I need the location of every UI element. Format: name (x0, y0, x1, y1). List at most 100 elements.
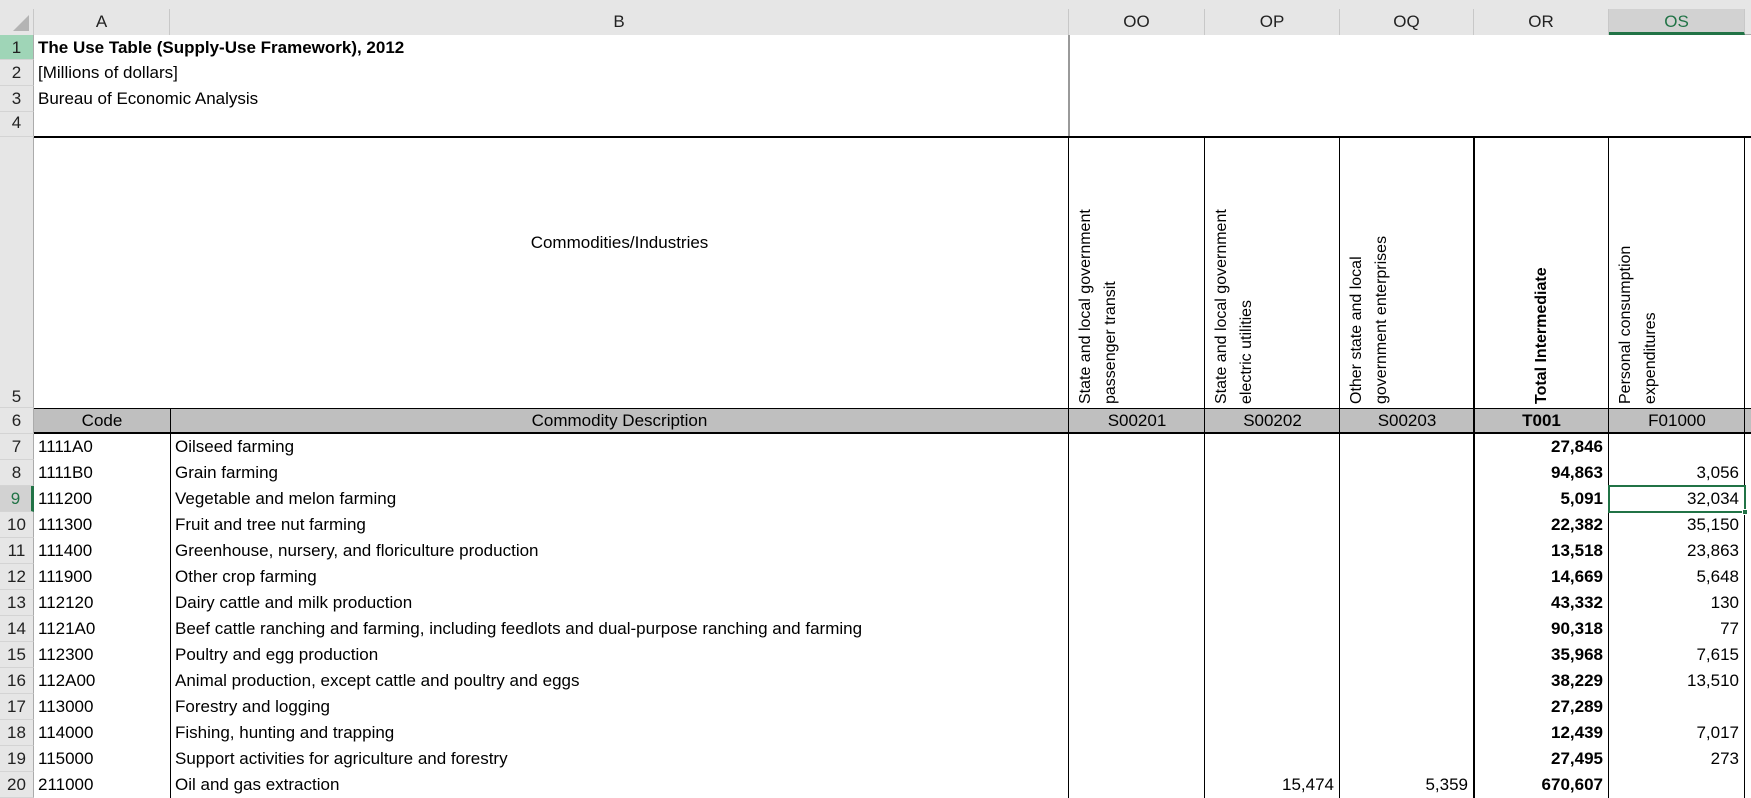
description-cell[interactable]: Vegetable and melon farming (171, 486, 400, 512)
row-header-8[interactable]: 8 (0, 460, 34, 486)
column-header-OR[interactable]: OR (1474, 9, 1609, 35)
value-cell-S00201[interactable] (1069, 746, 1204, 772)
value-cell-F01000[interactable] (1609, 772, 1744, 798)
description-cell[interactable]: Oilseed farming (171, 434, 298, 460)
code-cell[interactable]: 111300 (34, 512, 96, 538)
value-cell-F01000[interactable]: 3,056 (1609, 460, 1744, 486)
industry-code-S00201[interactable]: S00201 (1069, 408, 1205, 434)
value-cell-S00202[interactable]: 15,474 (1205, 772, 1339, 798)
value-cell-S00201[interactable] (1069, 616, 1204, 642)
value-cell-F01000[interactable]: 35,150 (1609, 512, 1744, 538)
row-header-4[interactable]: 4 (0, 112, 34, 137)
value-cell-F01000[interactable]: 7,615 (1609, 642, 1744, 668)
code-header[interactable]: Code (34, 408, 170, 434)
code-cell[interactable]: 111900 (34, 564, 96, 590)
value-cell-T001[interactable]: 14,669 (1474, 564, 1608, 590)
row-header-18[interactable]: 18 (0, 720, 34, 746)
value-cell-S00203[interactable] (1340, 616, 1473, 642)
value-cell-S00201[interactable] (1069, 668, 1204, 694)
value-cell-T001[interactable]: 27,495 (1474, 746, 1608, 772)
code-cell[interactable]: 112120 (34, 590, 97, 616)
value-cell-S00202[interactable] (1205, 642, 1339, 668)
value-cell-F01000[interactable]: 273 (1609, 746, 1744, 772)
description-cell[interactable]: Greenhouse, nursery, and floriculture pr… (171, 538, 543, 564)
code-cell[interactable]: 114000 (34, 720, 97, 746)
description-cell[interactable]: Forestry and logging (171, 694, 334, 720)
value-cell-S00202[interactable] (1205, 434, 1339, 460)
code-cell[interactable]: 1111A0 (34, 434, 97, 460)
value-cell-S00201[interactable] (1069, 486, 1204, 512)
value-cell-S00201[interactable] (1069, 538, 1204, 564)
value-cell-F01000[interactable]: 13,510 (1609, 668, 1744, 694)
description-cell[interactable]: Animal production, except cattle and pou… (171, 668, 583, 694)
code-cell[interactable]: 111200 (34, 486, 96, 512)
description-cell[interactable]: Poultry and egg production (171, 642, 382, 668)
value-cell-S00203[interactable] (1340, 694, 1473, 720)
title-line-1[interactable]: The Use Table (Supply-Use Framework), 20… (34, 35, 408, 60)
code-cell[interactable]: 111400 (34, 538, 96, 564)
value-cell-S00202[interactable] (1205, 590, 1339, 616)
value-cell-S00202[interactable] (1205, 668, 1339, 694)
row-header-9[interactable]: 9 (0, 486, 34, 512)
value-cell-S00201[interactable] (1069, 512, 1204, 538)
row-header-17[interactable]: 17 (0, 694, 34, 720)
industry-code-S00203[interactable]: S00203 (1340, 408, 1474, 434)
value-cell-S00203[interactable] (1340, 486, 1473, 512)
value-cell-S00202[interactable] (1205, 486, 1339, 512)
column-header-OS[interactable]: OS (1609, 9, 1745, 35)
value-cell-S00201[interactable] (1069, 772, 1204, 798)
code-cell[interactable]: 211000 (34, 772, 97, 798)
industry-header-F01000[interactable]: Personal consumption expenditures (1609, 138, 1745, 408)
row-header-19[interactable]: 19 (0, 746, 34, 772)
value-cell-S00203[interactable] (1340, 538, 1473, 564)
value-cell-S00203[interactable] (1340, 512, 1473, 538)
title-line-2[interactable]: [Millions of dollars] (34, 60, 182, 86)
industry-header-S00202[interactable]: State and local government electric utili… (1205, 138, 1340, 408)
value-cell-S00203[interactable] (1340, 668, 1473, 694)
industry-header-S00201[interactable]: State and local government passenger tran… (1069, 138, 1205, 408)
code-cell[interactable]: 1121A0 (34, 616, 99, 642)
code-cell[interactable]: 1111B0 (34, 460, 97, 486)
description-cell[interactable]: Support activities for agriculture and f… (171, 746, 512, 772)
code-cell[interactable]: 113000 (34, 694, 97, 720)
value-cell-T001[interactable]: 27,289 (1474, 694, 1608, 720)
value-cell-S00202[interactable] (1205, 694, 1339, 720)
value-cell-S00203[interactable] (1340, 642, 1473, 668)
code-cell[interactable]: 112A00 (34, 668, 99, 694)
industry-code-F01000[interactable]: F01000 (1609, 408, 1745, 434)
row-header-11[interactable]: 11 (0, 538, 34, 564)
row-header-14[interactable]: 14 (0, 616, 34, 642)
code-cell[interactable]: 112300 (34, 642, 97, 668)
row-header-1[interactable]: 1 (0, 35, 34, 60)
value-cell-S00202[interactable] (1205, 720, 1339, 746)
description-cell[interactable]: Oil and gas extraction (171, 772, 343, 798)
value-cell-S00201[interactable] (1069, 564, 1204, 590)
row-header-5[interactable]: 5 (0, 137, 34, 408)
value-cell-S00203[interactable] (1340, 746, 1473, 772)
row-header-20[interactable]: 20 (0, 772, 34, 798)
row-header-7[interactable]: 7 (0, 434, 34, 460)
value-cell-T001[interactable]: 94,863 (1474, 460, 1608, 486)
value-cell-S00201[interactable] (1069, 590, 1204, 616)
value-cell-T001[interactable]: 22,382 (1474, 512, 1608, 538)
corner-header-cell[interactable]: Commodities/Industries (170, 138, 1069, 408)
row-header-2[interactable]: 2 (0, 60, 34, 86)
value-cell-S00201[interactable] (1069, 720, 1204, 746)
title-line-3[interactable]: Bureau of Economic Analysis (34, 86, 262, 112)
row-header-3[interactable]: 3 (0, 86, 34, 112)
value-cell-T001[interactable]: 43,332 (1474, 590, 1608, 616)
industry-code-T001[interactable]: T001 (1474, 408, 1609, 434)
value-cell-T001[interactable]: 5,091 (1474, 486, 1608, 512)
description-cell[interactable]: Fishing, hunting and trapping (171, 720, 398, 746)
value-cell-T001[interactable]: 13,518 (1474, 538, 1608, 564)
value-cell-S00202[interactable] (1205, 538, 1339, 564)
value-cell-F01000[interactable] (1609, 694, 1744, 720)
row-header-12[interactable]: 12 (0, 564, 34, 590)
row-header-15[interactable]: 15 (0, 642, 34, 668)
value-cell-S00203[interactable]: 5,359 (1340, 772, 1473, 798)
industry-header-T001[interactable]: Total Intermediate (1474, 138, 1609, 408)
value-cell-S00202[interactable] (1205, 746, 1339, 772)
value-cell-T001[interactable]: 670,607 (1474, 772, 1608, 798)
row-header-13[interactable]: 13 (0, 590, 34, 616)
value-cell-F01000[interactable]: 130 (1609, 590, 1744, 616)
